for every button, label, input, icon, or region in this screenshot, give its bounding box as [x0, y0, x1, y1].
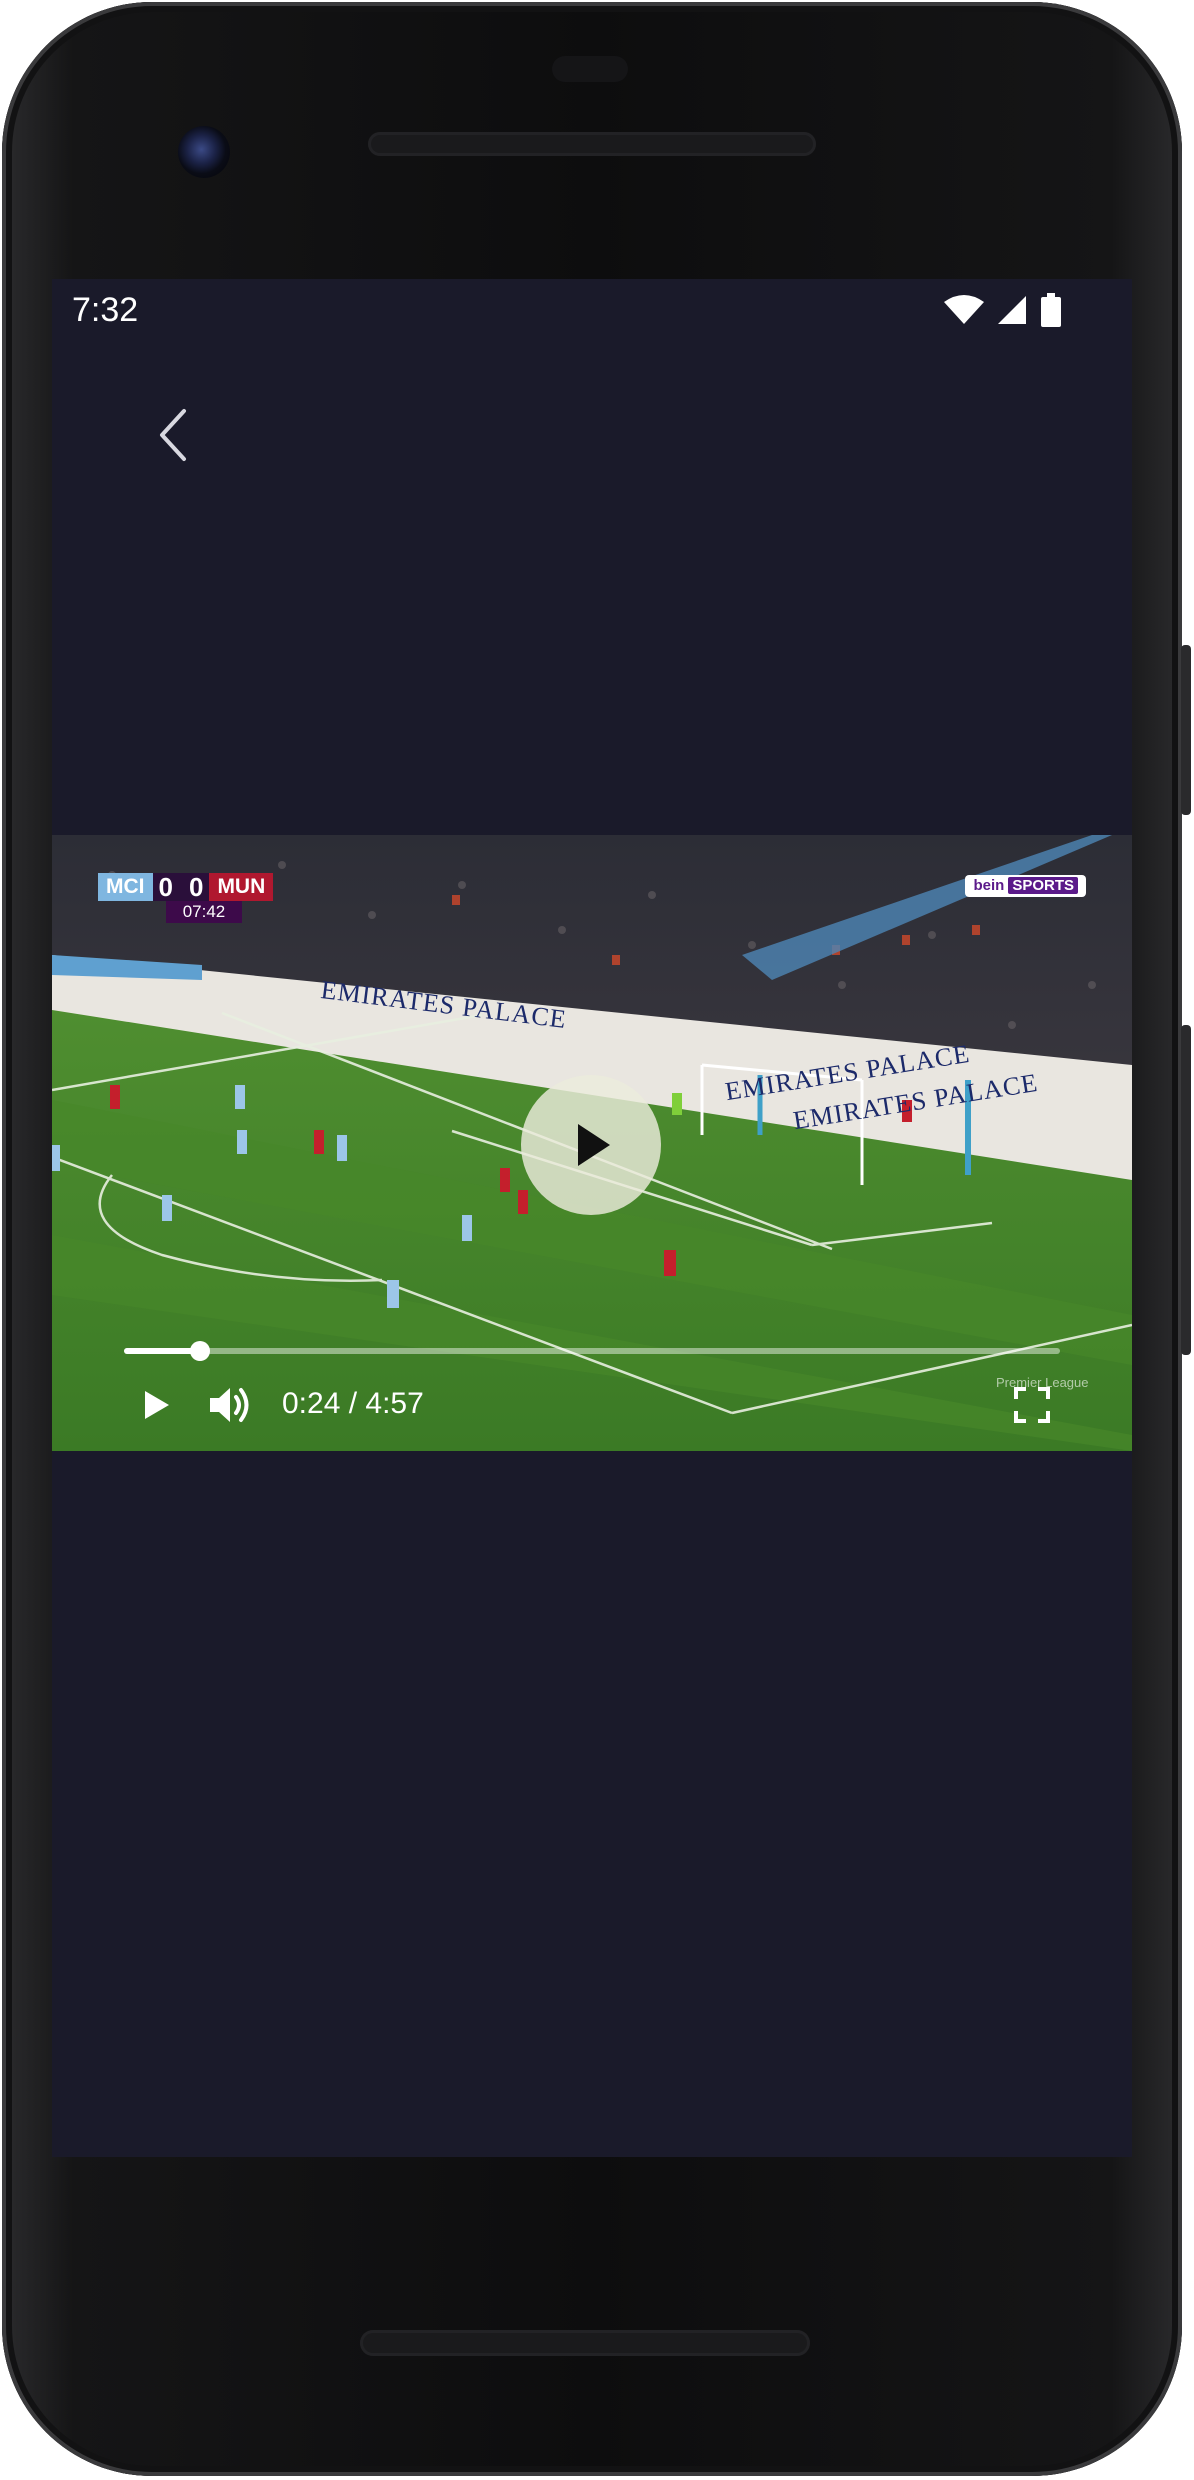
volume-icon — [210, 1388, 249, 1422]
away-score: 0 — [188, 872, 204, 902]
play-icon — [145, 1391, 169, 1419]
score-numbers: 0 0 — [152, 872, 210, 902]
broadcaster-name-a: bein — [973, 877, 1005, 894]
center-play-button[interactable] — [521, 1075, 661, 1215]
front-camera — [178, 126, 230, 178]
seek-bar-thumb[interactable] — [189, 1341, 210, 1361]
seek-bar[interactable] — [124, 1341, 1060, 1361]
status-icons — [944, 293, 1062, 327]
broadcaster-logo: bein SPORTS — [965, 875, 1086, 897]
arrow-back-icon — [160, 409, 186, 461]
match-clock: 07:42 — [166, 901, 242, 923]
fullscreen-button[interactable] — [1012, 1385, 1052, 1425]
screen: 7:32 EMIRATES PALACE EMIRATES PALACE EMI… — [52, 279, 1132, 2157]
home-score: 0 — [158, 872, 173, 902]
status-time: 7:32 — [72, 291, 139, 329]
play-button[interactable] — [132, 1381, 180, 1429]
earpiece-speaker — [368, 132, 816, 156]
volume-button[interactable] — [204, 1381, 256, 1429]
score-bug: MCI 0 0 MUN — [98, 872, 274, 902]
status-bar: 7:32 — [52, 279, 1132, 345]
back-button[interactable] — [134, 395, 214, 475]
proximity-sensor — [552, 56, 628, 82]
power-button — [1181, 645, 1191, 815]
seek-bar-played — [124, 1348, 200, 1354]
time-readout: 0:24 / 4:57 — [282, 1387, 424, 1420]
bottom-speaker — [360, 2330, 810, 2356]
play-icon — [578, 1124, 610, 1166]
volume-rocker — [1181, 1025, 1191, 1355]
fullscreen-icon — [1014, 1387, 1050, 1423]
broadcaster-name-b: SPORTS — [1008, 877, 1078, 894]
battery-icon — [1041, 293, 1061, 327]
wifi-icon — [944, 295, 984, 324]
video-player[interactable]: EMIRATES PALACE EMIRATES PALACE EMIRATES… — [52, 835, 1132, 1451]
away-team-label: MUN — [209, 873, 274, 901]
cell-signal-icon — [998, 296, 1026, 324]
home-team-label: MCI — [98, 873, 153, 901]
